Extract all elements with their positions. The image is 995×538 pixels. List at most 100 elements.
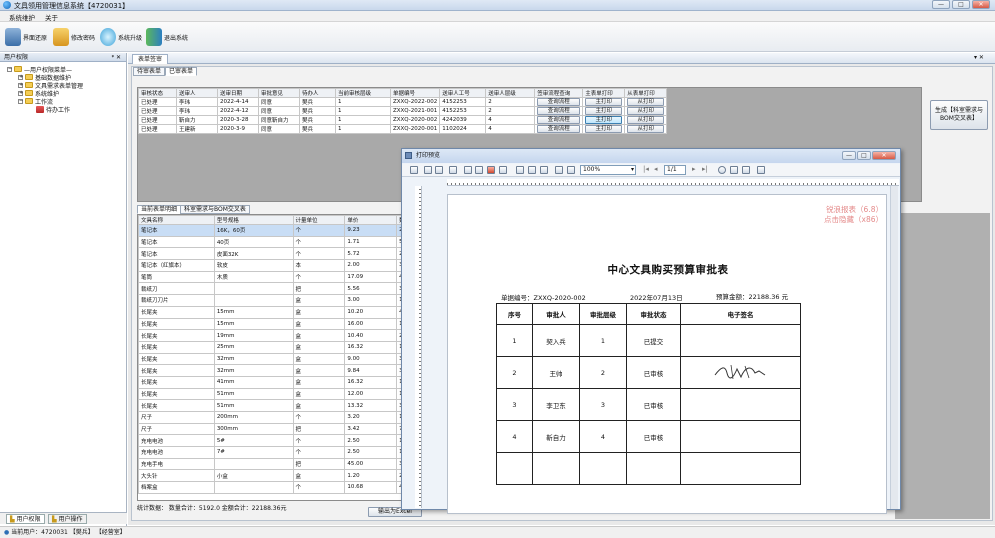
tab-dept-bom-crosstab[interactable]: 科室需求与BOM交叉表 <box>180 205 250 214</box>
table-row[interactable]: 已处理 李玮 2022-4-12 同意 樊兵 1 ZXXQ-2021-001 4152253 2… <box>138 106 668 116</box>
sub-print-button[interactable]: 从打印 <box>627 98 665 106</box>
table-row[interactable]: 笔记本皮面32K个5.722 <box>138 247 416 261</box>
table-row[interactable]: 档案盒个10.684 <box>138 481 416 494</box>
single-page-icon[interactable] <box>516 166 524 174</box>
zoom-in-icon[interactable] <box>555 166 563 174</box>
close-button[interactable]: ✕ <box>972 0 990 9</box>
mail-icon[interactable] <box>499 166 507 174</box>
table-row[interactable]: 长尾夹32mm盒9.843 <box>138 364 416 377</box>
two-page-icon[interactable] <box>528 166 536 174</box>
table-row[interactable]: 长尾夹15mm盒16.001 <box>138 317 416 331</box>
table-row[interactable]: 长尾夹41mm盒16.321 <box>138 375 416 389</box>
table-row[interactable]: 充电手电把45.003 <box>138 457 416 471</box>
collapse-icon[interactable]: − <box>7 66 12 72</box>
tab-user-permissions[interactable]: ▙ 用户权限 <box>6 514 45 524</box>
system-upgrade-button[interactable]: 系统升级 <box>100 26 142 48</box>
main-print-button[interactable]: 主打印 <box>585 98 623 106</box>
query-flow-button[interactable]: 查询流程 <box>537 125 581 133</box>
table-row[interactable]: 长尾夹32mm盒9.003 <box>138 352 416 366</box>
expand-icon[interactable]: + <box>18 74 23 80</box>
column-header[interactable]: 签审流程查询 <box>534 88 584 98</box>
table-row[interactable]: 长尾夹25mm盒16.321 <box>138 340 416 354</box>
column-header[interactable]: 型号规格 <box>213 215 294 225</box>
column-header[interactable]: 当前审核层级 <box>335 88 391 98</box>
main-print-button[interactable]: 主打印 <box>585 116 623 124</box>
column-header[interactable]: 送审人层级 <box>485 88 536 98</box>
text-select-icon[interactable] <box>730 166 738 174</box>
column-header[interactable]: 计量单位 <box>292 215 346 225</box>
table-row[interactable]: 长尾夹15mm盒10.204 <box>138 305 416 319</box>
expand-icon[interactable]: + <box>18 82 23 88</box>
column-header[interactable]: 送审人工号 <box>439 88 487 98</box>
table-row[interactable]: 笔筒木质个17.094 <box>138 270 416 284</box>
sub-print-button[interactable]: 从打印 <box>627 125 665 133</box>
column-header[interactable]: 主表单打印 <box>582 88 626 98</box>
generate-crosstab-button[interactable]: 生成【科室需求与BOM交叉表】 <box>930 100 988 130</box>
tab-approved-forms[interactable]: 已审表单 <box>165 67 198 76</box>
multi-page-icon[interactable] <box>540 166 548 174</box>
table-row[interactable]: 裁纸刀把5.563 <box>138 282 416 296</box>
preview-minimize-button[interactable]: — <box>842 151 856 160</box>
column-header[interactable]: 待办人 <box>299 88 336 98</box>
menu-system-maintenance[interactable]: 系统维护 <box>9 12 35 22</box>
prev-page-icon[interactable]: ◂ <box>654 165 658 173</box>
page-setup-icon[interactable] <box>410 166 418 174</box>
collapse-icon[interactable]: − <box>18 98 23 104</box>
expand-icon[interactable]: + <box>18 90 23 96</box>
table-row[interactable]: 长尾夹51mm盒12.001 <box>138 387 416 401</box>
sub-print-button[interactable]: 从打印 <box>627 116 665 124</box>
table-row[interactable]: 已处理 李玮 2022-4-14 同意 樊兵 1 ZXXQ-2022-002 4152253 2… <box>138 97 668 107</box>
close-preview-icon[interactable] <box>757 166 765 174</box>
print-icon[interactable] <box>424 166 432 174</box>
main-print-button[interactable]: 主打印 <box>585 107 623 115</box>
table-row[interactable]: 充电电池7#个2.501 <box>138 446 416 459</box>
tab-form-approval[interactable]: 表单签审 <box>132 54 169 64</box>
zoom-out-icon[interactable] <box>567 166 575 174</box>
copy-icon[interactable] <box>742 166 750 174</box>
tree-item-todo-work[interactable]: 待办工作 <box>36 105 70 114</box>
maximize-button[interactable]: □ <box>952 0 970 9</box>
next-page-icon[interactable]: ▸ <box>692 165 696 173</box>
pdf-icon[interactable] <box>487 166 495 174</box>
column-header[interactable]: 审核状态 <box>138 88 177 98</box>
save-icon[interactable] <box>475 166 483 174</box>
table-row[interactable]: 尺子200mm个3.201 <box>138 411 416 424</box>
column-header[interactable]: 送审人 <box>176 88 218 98</box>
column-header[interactable]: 送审日期 <box>217 88 259 98</box>
first-page-icon[interactable]: |◂ <box>643 165 649 173</box>
change-password-button[interactable]: 修改密码 <box>53 26 95 48</box>
preview-close-button[interactable]: ✕ <box>872 151 896 160</box>
sub-print-button[interactable]: 从打印 <box>627 107 665 115</box>
zoom-select[interactable]: 100% ▾ <box>580 165 636 175</box>
query-flow-button[interactable]: 查询流程 <box>537 116 581 124</box>
minimize-button[interactable]: — <box>932 0 950 9</box>
watermark-text[interactable]: 锐浪报表（6.8） 点击隐藏（x86） <box>778 205 883 225</box>
query-flow-button[interactable]: 查询流程 <box>537 98 581 106</box>
table-row[interactable]: 长尾夹19mm盒10.402 <box>138 329 416 342</box>
table-row[interactable]: 尺子300mm把3.427 <box>138 422 416 436</box>
table-row[interactable]: 已处理 王建新 2020-3-9 同意 樊兵 1 ZXXQ-2020-001 1102024 4… <box>138 124 668 134</box>
tools-icon[interactable] <box>449 166 457 174</box>
export-icon[interactable] <box>464 166 472 174</box>
exit-system-button[interactable]: 退出系统 <box>146 26 188 48</box>
table-row[interactable]: 已处理 靳自力 2020-3-28 同意靳自力 樊兵 1 ZXXQ-2020-002 4242… <box>138 115 668 125</box>
table-row[interactable]: 大头针小盒盒1.202 <box>138 469 416 483</box>
column-header[interactable]: 从表单打印 <box>624 88 668 98</box>
document-close-icon[interactable]: ▾ ✕ <box>974 54 984 61</box>
hand-icon[interactable] <box>718 166 726 174</box>
column-header[interactable]: 单价 <box>344 215 398 225</box>
last-page-icon[interactable]: ▸| <box>702 165 708 173</box>
table-row[interactable]: 裁纸刀刀片盒3.001 <box>138 294 416 307</box>
printer-setup-icon[interactable] <box>435 166 443 174</box>
table-row[interactable]: 长尾夹51mm盒13.323 <box>138 399 416 412</box>
main-print-button[interactable]: 主打印 <box>585 125 623 133</box>
table-row[interactable]: 笔记本16K，60页个9.232 <box>138 224 416 237</box>
panel-pin-icon[interactable]: ᵠ ✕ <box>112 53 121 62</box>
table-row[interactable]: 笔记本（红旗本）软皮本2.003 <box>138 259 416 272</box>
preview-maximize-button[interactable]: □ <box>857 151 871 160</box>
menu-about[interactable]: 关于 <box>45 12 58 22</box>
column-header[interactable]: 审批意见 <box>258 88 300 98</box>
tab-pending-forms[interactable]: 待审表单 <box>133 67 166 76</box>
reset-layout-button[interactable]: 界面还原 <box>5 26 47 48</box>
tab-current-form-detail[interactable]: 当前表单明细 <box>137 205 182 214</box>
